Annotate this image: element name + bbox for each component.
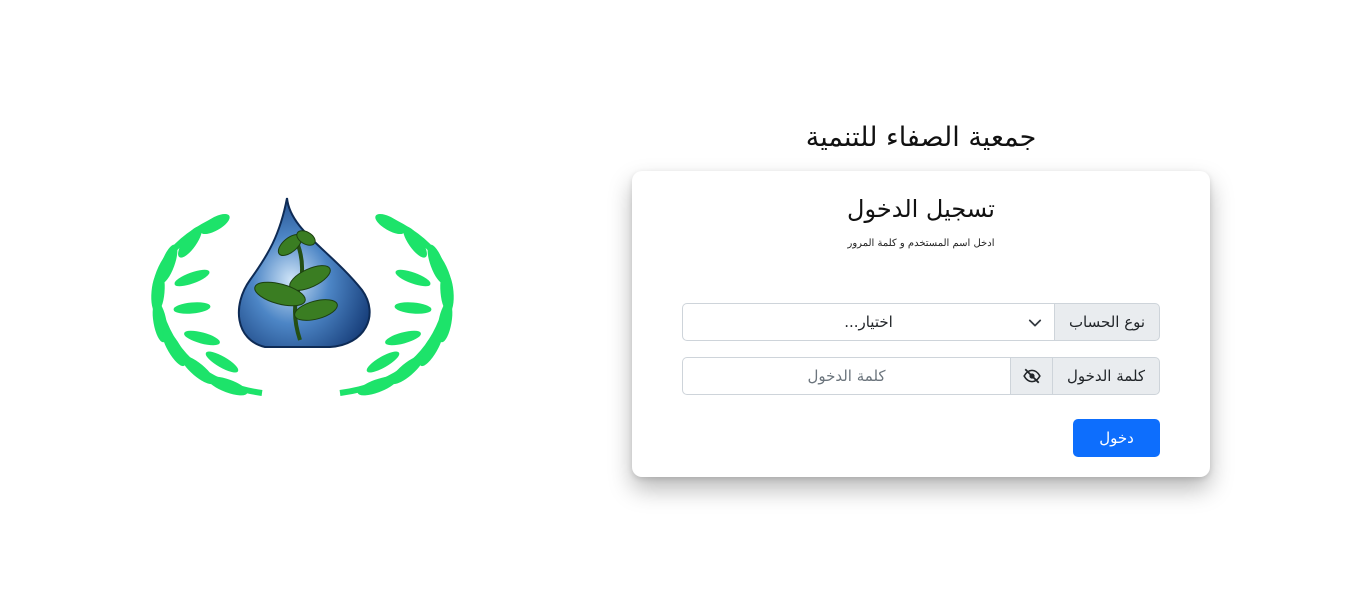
chevron-down-icon — [1028, 319, 1042, 327]
toggle-password-visibility-button[interactable] — [1010, 357, 1052, 395]
account-type-selected-value: اختيار... — [844, 313, 893, 331]
account-type-select[interactable]: اختيار... — [682, 303, 1054, 341]
login-page: جمعية الصفاء للتنمية تسجيل الدخول ادخل ا… — [0, 0, 1366, 592]
login-title: تسجيل الدخول — [847, 195, 995, 223]
login-card: تسجيل الدخول ادخل اسم المستخدم و كلمة ال… — [632, 171, 1210, 477]
organization-title: جمعية الصفاء للتنمية — [805, 122, 1037, 153]
login-button[interactable]: دخول — [1073, 419, 1160, 457]
eye-slash-icon — [1022, 368, 1041, 384]
password-label: كلمة الدخول — [1052, 357, 1160, 395]
password-input[interactable] — [682, 357, 1010, 395]
login-subtitle: ادخل اسم المستخدم و كلمة المرور — [847, 238, 995, 249]
password-group: كلمة الدخول — [682, 357, 1160, 395]
organization-logo — [151, 197, 454, 396]
account-type-label: نوع الحساب — [1054, 303, 1160, 341]
account-type-group: نوع الحساب اختيار... — [682, 303, 1160, 341]
